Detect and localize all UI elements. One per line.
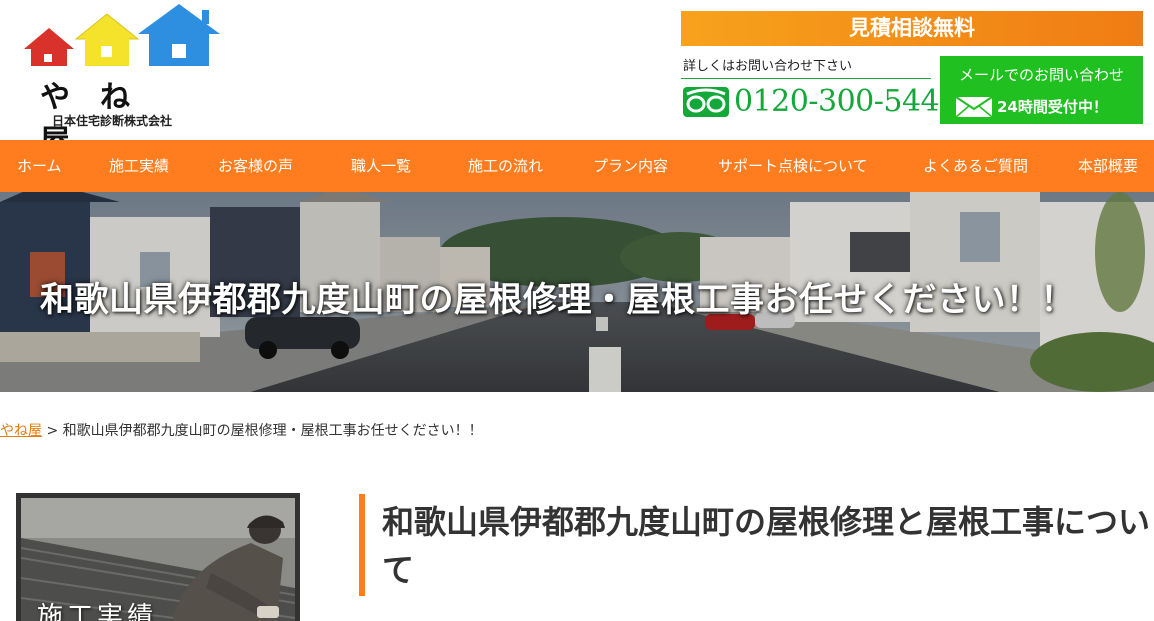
breadcrumb-separator: > xyxy=(42,423,63,439)
phone-number: 0120-300-544 xyxy=(734,84,940,119)
divider xyxy=(681,78,931,79)
freedial-icon xyxy=(683,86,729,117)
hero-banner: 和歌山県伊都郡九度山町の屋根修理・屋根工事お任せください！！ xyxy=(0,192,1154,392)
global-nav: ホーム 施工実績 お客様の声 職人一覧 施工の流れ プラン内容 サポート点検につ… xyxy=(0,140,1154,192)
nav-item-flow[interactable]: 施工の流れ xyxy=(468,140,543,192)
nav-item-plans[interactable]: プラン内容 xyxy=(593,140,668,192)
company-name: 日本住宅診断株式会社 xyxy=(52,114,173,128)
nav-item-about[interactable]: 本部概要 xyxy=(1078,140,1138,192)
sidebar-works-card[interactable]: 施工実績 xyxy=(16,493,300,621)
mail-button-title: メールでのお問い合わせ xyxy=(958,66,1124,84)
envelope-icon xyxy=(955,96,993,118)
works-card-label: 施工実績 xyxy=(37,602,158,621)
nav-item-craftsmen[interactable]: 職人一覧 xyxy=(351,140,411,192)
contact-note: 詳しくはお問い合わせ下さい xyxy=(683,59,853,74)
free-estimate-banner: 見積相談無料 xyxy=(681,11,1143,46)
breadcrumb-home-link[interactable]: やね屋 xyxy=(0,423,42,439)
breadcrumb-current: 和歌山県伊都郡九度山町の屋根修理・屋根工事お任せください！！ xyxy=(62,423,483,439)
site-header: やね屋 日本住宅診断株式会社 見積相談無料 詳しくはお問い合わせ下さい 0120… xyxy=(0,0,1154,159)
hero-title: 和歌山県伊都郡九度山町の屋根修理・屋根工事お任せください！！ xyxy=(40,280,1075,320)
nav-item-faq[interactable]: よくあるご質問 xyxy=(923,140,1028,192)
nav-item-home[interactable]: ホーム xyxy=(17,140,62,192)
site-logo[interactable]: やね屋 日本住宅診断株式会社 xyxy=(22,4,227,159)
nav-item-support[interactable]: サポート点検について xyxy=(718,140,868,192)
nav-item-voices[interactable]: お客様の声 xyxy=(218,140,293,192)
heading-accent-bar xyxy=(359,494,365,596)
works-card-image: 施工実績 xyxy=(21,498,295,621)
mail-hours: 24時間受付中！ xyxy=(997,98,1108,116)
nav-item-works[interactable]: 施工実績 xyxy=(109,140,169,192)
page-heading: 和歌山県伊都郡九度山町の屋根修理と屋根工事について xyxy=(382,503,1151,589)
mail-contact-button[interactable]: メールでのお問い合わせ 24時間受付中！ xyxy=(940,56,1143,124)
three-houses-icon xyxy=(24,4,220,66)
phone-link[interactable]: 0120-300-544 xyxy=(683,84,940,119)
breadcrumb: やね屋 > 和歌山県伊都郡九度山町の屋根修理・屋根工事お任せください！！ xyxy=(0,420,483,440)
